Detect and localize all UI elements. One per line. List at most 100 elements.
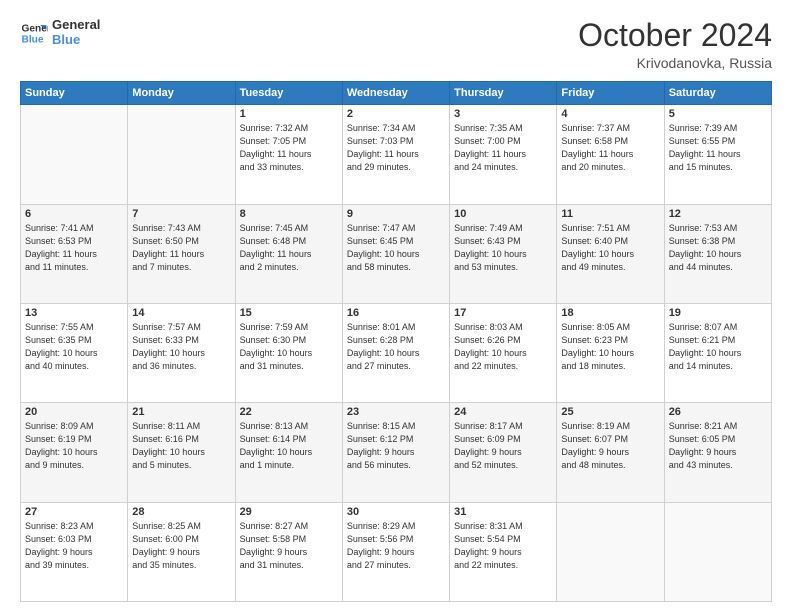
day-number: 20 bbox=[25, 406, 123, 418]
day-info: Sunrise: 8:21 AM Sunset: 6:05 PM Dayligh… bbox=[669, 420, 767, 472]
day-number: 2 bbox=[347, 108, 445, 120]
col-sunday: Sunday bbox=[21, 82, 128, 105]
day-number: 11 bbox=[561, 208, 659, 220]
day-info: Sunrise: 7:34 AM Sunset: 7:03 PM Dayligh… bbox=[347, 122, 445, 174]
logo-line2: Blue bbox=[52, 33, 100, 48]
calendar-cell: 6 Sunrise: 7:41 AM Sunset: 6:53 PM Daylig… bbox=[21, 204, 128, 303]
day-number: 16 bbox=[347, 307, 445, 319]
day-number: 19 bbox=[669, 307, 767, 319]
col-wednesday: Wednesday bbox=[342, 82, 449, 105]
day-info: Sunrise: 7:47 AM Sunset: 6:45 PM Dayligh… bbox=[347, 222, 445, 274]
day-number: 5 bbox=[669, 108, 767, 120]
day-info: Sunrise: 8:17 AM Sunset: 6:09 PM Dayligh… bbox=[454, 420, 552, 472]
day-info: Sunrise: 8:23 AM Sunset: 6:03 PM Dayligh… bbox=[25, 520, 123, 572]
calendar-cell: 16 Sunrise: 8:01 AM Sunset: 6:28 PM Dayli… bbox=[342, 303, 449, 402]
calendar-week-1: 1 Sunrise: 7:32 AM Sunset: 7:05 PM Daylig… bbox=[21, 105, 772, 204]
calendar-cell: 12 Sunrise: 7:53 AM Sunset: 6:38 PM Dayli… bbox=[664, 204, 771, 303]
calendar-cell: 14 Sunrise: 7:57 AM Sunset: 6:33 PM Dayli… bbox=[128, 303, 235, 402]
title-block: October 2024 Krivodanovka, Russia bbox=[578, 18, 772, 71]
day-info: Sunrise: 8:27 AM Sunset: 5:58 PM Dayligh… bbox=[240, 520, 338, 572]
day-number: 15 bbox=[240, 307, 338, 319]
day-number: 31 bbox=[454, 506, 552, 518]
calendar-cell: 10Sunrise: 7:49 AM Sunset: 6:43 PM Dayli… bbox=[450, 204, 557, 303]
calendar-cell: 27 Sunrise: 8:23 AM Sunset: 6:03 PM Dayli… bbox=[21, 502, 128, 601]
day-number: 28 bbox=[132, 506, 230, 518]
calendar-cell bbox=[21, 105, 128, 204]
col-tuesday: Tuesday bbox=[235, 82, 342, 105]
calendar-cell bbox=[557, 502, 664, 601]
day-info: Sunrise: 8:31 AM Sunset: 5:54 PM Dayligh… bbox=[454, 520, 552, 572]
calendar-cell: 28 Sunrise: 8:25 AM Sunset: 6:00 PM Dayli… bbox=[128, 502, 235, 601]
day-info: Sunrise: 8:03 AM Sunset: 6:26 PM Dayligh… bbox=[454, 321, 552, 373]
calendar-cell bbox=[664, 502, 771, 601]
calendar-cell: 18 Sunrise: 8:05 AM Sunset: 6:23 PM Dayli… bbox=[557, 303, 664, 402]
day-number: 21 bbox=[132, 406, 230, 418]
day-number: 13 bbox=[25, 307, 123, 319]
day-info: Sunrise: 8:15 AM Sunset: 6:12 PM Dayligh… bbox=[347, 420, 445, 472]
day-info: Sunrise: 7:59 AM Sunset: 6:30 PM Dayligh… bbox=[240, 321, 338, 373]
calendar-header-row: Sunday Monday Tuesday Wednesday Thursday… bbox=[21, 82, 772, 105]
calendar-cell: 3 Sunrise: 7:35 AM Sunset: 7:00 PM Daylig… bbox=[450, 105, 557, 204]
day-number: 12 bbox=[669, 208, 767, 220]
calendar-cell: 4Sunrise: 7:37 AM Sunset: 6:58 PM Daylig… bbox=[557, 105, 664, 204]
day-info: Sunrise: 8:01 AM Sunset: 6:28 PM Dayligh… bbox=[347, 321, 445, 373]
calendar-cell: 5 Sunrise: 7:39 AM Sunset: 6:55 PM Daylig… bbox=[664, 105, 771, 204]
calendar-cell: 31 Sunrise: 8:31 AM Sunset: 5:54 PM Dayli… bbox=[450, 502, 557, 601]
day-number: 23 bbox=[347, 406, 445, 418]
svg-text:General: General bbox=[22, 23, 48, 34]
col-friday: Friday bbox=[557, 82, 664, 105]
header: General Blue General Blue October 2024 K… bbox=[20, 18, 772, 71]
day-info: Sunrise: 7:53 AM Sunset: 6:38 PM Dayligh… bbox=[669, 222, 767, 274]
calendar-cell: 29 Sunrise: 8:27 AM Sunset: 5:58 PM Dayli… bbox=[235, 502, 342, 601]
day-info: Sunrise: 7:43 AM Sunset: 6:50 PM Dayligh… bbox=[132, 222, 230, 274]
day-number: 6 bbox=[25, 208, 123, 220]
day-info: Sunrise: 7:32 AM Sunset: 7:05 PM Dayligh… bbox=[240, 122, 338, 174]
day-info: Sunrise: 8:19 AM Sunset: 6:07 PM Dayligh… bbox=[561, 420, 659, 472]
day-info: Sunrise: 7:57 AM Sunset: 6:33 PM Dayligh… bbox=[132, 321, 230, 373]
calendar-table: Sunday Monday Tuesday Wednesday Thursday… bbox=[20, 81, 772, 602]
day-number: 17 bbox=[454, 307, 552, 319]
col-thursday: Thursday bbox=[450, 82, 557, 105]
day-info: Sunrise: 8:07 AM Sunset: 6:21 PM Dayligh… bbox=[669, 321, 767, 373]
calendar-cell: 30 Sunrise: 8:29 AM Sunset: 5:56 PM Dayli… bbox=[342, 502, 449, 601]
logo-icon: General Blue bbox=[20, 19, 48, 47]
day-number: 14 bbox=[132, 307, 230, 319]
calendar-cell: 24Sunrise: 8:17 AM Sunset: 6:09 PM Dayli… bbox=[450, 403, 557, 502]
day-number: 22 bbox=[240, 406, 338, 418]
calendar-cell bbox=[128, 105, 235, 204]
day-info: Sunrise: 8:13 AM Sunset: 6:14 PM Dayligh… bbox=[240, 420, 338, 472]
day-number: 1 bbox=[240, 108, 338, 120]
calendar-cell: 8Sunrise: 7:45 AM Sunset: 6:48 PM Daylig… bbox=[235, 204, 342, 303]
day-info: Sunrise: 7:41 AM Sunset: 6:53 PM Dayligh… bbox=[25, 222, 123, 274]
day-number: 7 bbox=[132, 208, 230, 220]
day-info: Sunrise: 8:09 AM Sunset: 6:19 PM Dayligh… bbox=[25, 420, 123, 472]
page: General Blue General Blue October 2024 K… bbox=[0, 0, 792, 612]
calendar-cell: 2 Sunrise: 7:34 AM Sunset: 7:03 PM Daylig… bbox=[342, 105, 449, 204]
day-number: 4 bbox=[561, 108, 659, 120]
calendar-week-4: 20 Sunrise: 8:09 AM Sunset: 6:19 PM Dayli… bbox=[21, 403, 772, 502]
day-number: 9 bbox=[347, 208, 445, 220]
calendar-week-2: 6 Sunrise: 7:41 AM Sunset: 6:53 PM Daylig… bbox=[21, 204, 772, 303]
day-info: Sunrise: 7:35 AM Sunset: 7:00 PM Dayligh… bbox=[454, 122, 552, 174]
calendar-cell: 13Sunrise: 7:55 AM Sunset: 6:35 PM Dayli… bbox=[21, 303, 128, 402]
calendar-cell: 23 Sunrise: 8:15 AM Sunset: 6:12 PM Dayli… bbox=[342, 403, 449, 502]
day-info: Sunrise: 8:25 AM Sunset: 6:00 PM Dayligh… bbox=[132, 520, 230, 572]
day-number: 26 bbox=[669, 406, 767, 418]
calendar-cell: 20 Sunrise: 8:09 AM Sunset: 6:19 PM Dayli… bbox=[21, 403, 128, 502]
day-info: Sunrise: 7:39 AM Sunset: 6:55 PM Dayligh… bbox=[669, 122, 767, 174]
day-info: Sunrise: 8:29 AM Sunset: 5:56 PM Dayligh… bbox=[347, 520, 445, 572]
day-number: 30 bbox=[347, 506, 445, 518]
calendar-cell: 9 Sunrise: 7:47 AM Sunset: 6:45 PM Daylig… bbox=[342, 204, 449, 303]
day-info: Sunrise: 7:45 AM Sunset: 6:48 PM Dayligh… bbox=[240, 222, 338, 274]
day-number: 10 bbox=[454, 208, 552, 220]
day-number: 27 bbox=[25, 506, 123, 518]
location: Krivodanovka, Russia bbox=[578, 55, 772, 71]
col-monday: Monday bbox=[128, 82, 235, 105]
calendar-cell: 11 Sunrise: 7:51 AM Sunset: 6:40 PM Dayli… bbox=[557, 204, 664, 303]
day-number: 18 bbox=[561, 307, 659, 319]
day-info: Sunrise: 8:05 AM Sunset: 6:23 PM Dayligh… bbox=[561, 321, 659, 373]
day-number: 3 bbox=[454, 108, 552, 120]
logo-line1: General bbox=[52, 18, 100, 33]
day-info: Sunrise: 7:51 AM Sunset: 6:40 PM Dayligh… bbox=[561, 222, 659, 274]
day-number: 29 bbox=[240, 506, 338, 518]
